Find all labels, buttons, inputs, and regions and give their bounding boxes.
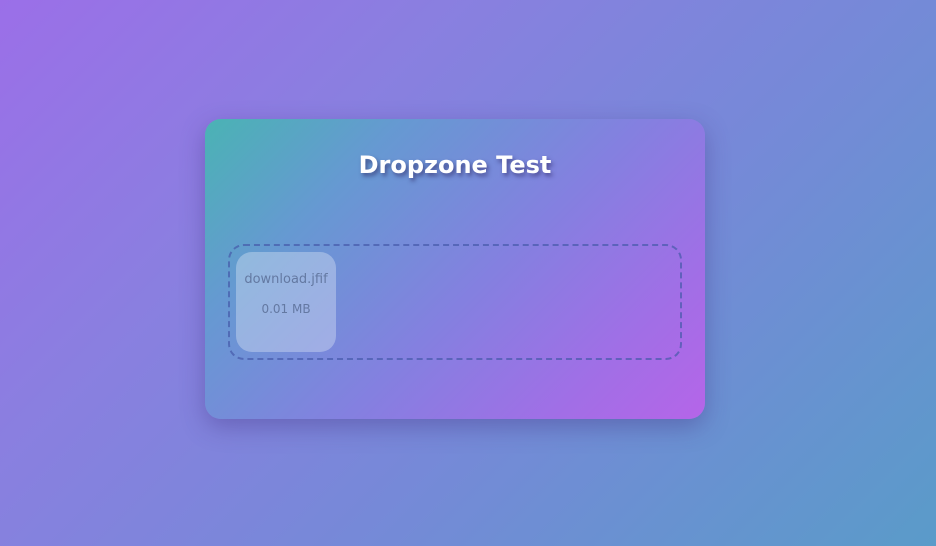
page-title: Dropzone Test (358, 151, 552, 179)
dropzone-area[interactable]: download.jfif 0.01 MB (228, 244, 682, 360)
file-size: 0.01 MB (261, 302, 311, 316)
file-name: download.jfif (244, 272, 328, 287)
dropzone-card: Dropzone Test download.jfif 0.01 MB (205, 119, 705, 419)
file-preview[interactable]: download.jfif 0.01 MB (236, 252, 336, 352)
